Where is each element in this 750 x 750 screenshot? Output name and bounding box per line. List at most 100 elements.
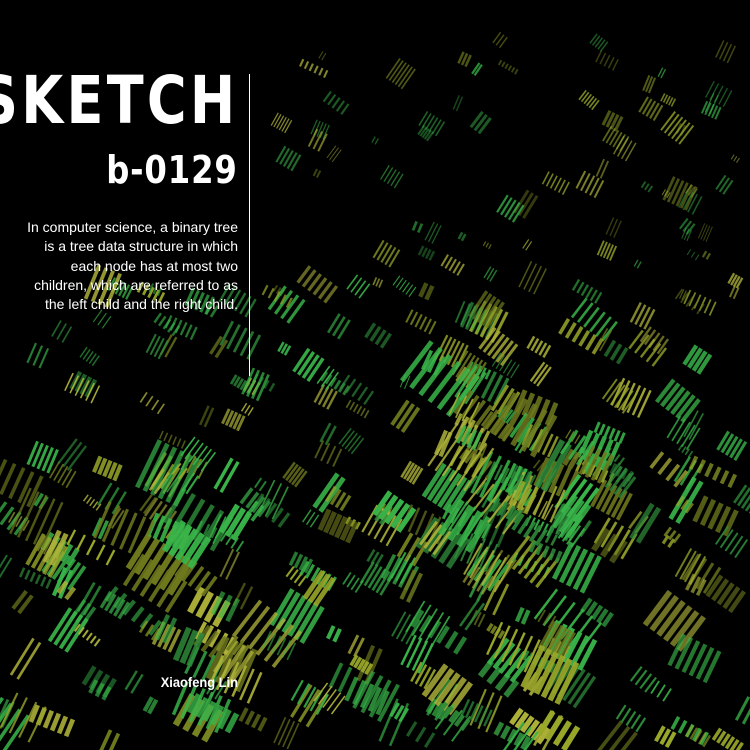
dash-cluster <box>57 438 87 471</box>
dash-mark <box>406 721 418 737</box>
dash-cluster <box>715 40 737 64</box>
dash-mark <box>171 325 181 336</box>
dash-mark <box>726 45 737 64</box>
dash-mark <box>715 40 725 58</box>
dash-mark <box>724 435 739 456</box>
dash-mark <box>419 316 428 330</box>
dash-mark <box>589 289 598 302</box>
dash-cluster <box>469 110 492 135</box>
dash-mark <box>101 686 112 701</box>
vertical-divider <box>249 74 250 376</box>
dash-mark <box>602 125 613 142</box>
dash-mark <box>415 726 427 743</box>
dash-mark <box>61 468 73 486</box>
dash-mark <box>677 719 688 734</box>
dash-cluster <box>270 112 293 134</box>
dash-mark <box>460 233 467 242</box>
description-text: In computer science, a binary tree is a … <box>27 219 238 313</box>
dash-mark <box>548 548 557 561</box>
dash-mark <box>696 459 707 474</box>
dash-cluster <box>650 680 672 702</box>
dash-mark <box>485 242 489 248</box>
dash-mark <box>697 223 706 239</box>
dash-cluster <box>417 245 436 261</box>
dash-mark <box>656 684 666 698</box>
dash-mark <box>671 180 685 205</box>
dash-mark <box>356 405 363 415</box>
dash-mark <box>24 569 31 580</box>
dash-cluster <box>666 415 701 451</box>
dash-mark <box>736 157 740 164</box>
dash-cluster <box>657 67 667 79</box>
dash-mark <box>666 178 681 203</box>
dash-mark <box>92 501 99 509</box>
dash-mark <box>139 391 148 403</box>
dash-mark <box>514 606 525 623</box>
dash-mark <box>167 322 176 333</box>
dash-mark <box>89 635 97 644</box>
dash-mark <box>254 477 263 489</box>
dash-cluster <box>275 145 302 172</box>
dash-mark <box>657 457 673 476</box>
dash-mark <box>149 335 161 356</box>
dash-mark <box>358 283 371 299</box>
dash-cluster <box>677 443 694 458</box>
dash-mark <box>497 630 506 640</box>
dash-mark <box>231 599 263 638</box>
dash-mark <box>493 721 505 736</box>
dash-cluster <box>471 62 483 77</box>
dash-mark <box>219 460 240 494</box>
dash-mark <box>701 250 708 258</box>
dash-mark <box>662 688 672 702</box>
dash-mark <box>490 625 498 635</box>
dash-cluster <box>273 716 300 750</box>
dash-mark <box>641 98 653 115</box>
dash-mark <box>346 274 359 290</box>
dash-mark <box>176 438 182 447</box>
dash-mark <box>267 287 275 299</box>
dash-cluster <box>199 405 215 428</box>
dash-mark <box>444 630 459 650</box>
dash-mark <box>418 111 429 127</box>
dash-mark <box>506 361 517 376</box>
dash-cluster <box>497 59 519 75</box>
dash-cluster <box>221 408 246 432</box>
dash-mark <box>315 170 322 178</box>
dash-mark <box>705 252 711 260</box>
dash-mark <box>694 254 700 261</box>
dash-mark <box>350 277 363 293</box>
dash-cluster <box>406 721 436 748</box>
dash-mark <box>599 52 607 65</box>
dash-mark <box>528 265 543 293</box>
dash-mark <box>649 451 665 469</box>
dash-mark <box>510 66 516 73</box>
dash-mark <box>76 534 86 551</box>
dash-mark <box>510 364 520 379</box>
dash-cluster <box>688 455 738 489</box>
dash-mark <box>636 261 642 269</box>
dash-cluster <box>142 696 159 715</box>
dash-mark <box>453 636 468 655</box>
dash-cluster <box>299 58 329 78</box>
dash-mark <box>668 529 677 541</box>
dash-mark <box>496 194 509 213</box>
dash-cluster <box>124 670 144 694</box>
dash-mark <box>184 324 193 338</box>
dash-mark <box>592 720 624 750</box>
dash-mark <box>332 628 342 643</box>
dash-mark <box>340 103 350 115</box>
dash-mark <box>666 415 682 439</box>
dash-mark <box>615 133 627 150</box>
dash-cluster <box>292 347 325 383</box>
dash-mark <box>282 720 296 748</box>
dash-cluster <box>633 259 642 269</box>
dash-mark <box>95 544 106 561</box>
dash-mark <box>715 174 727 190</box>
dash-mark <box>603 54 611 67</box>
dash-mark <box>38 347 50 369</box>
dash-cluster <box>379 165 404 189</box>
dash-cluster <box>240 402 254 416</box>
dash-mark <box>688 413 704 440</box>
dash-mark <box>497 59 503 66</box>
dash-cluster <box>392 275 417 298</box>
